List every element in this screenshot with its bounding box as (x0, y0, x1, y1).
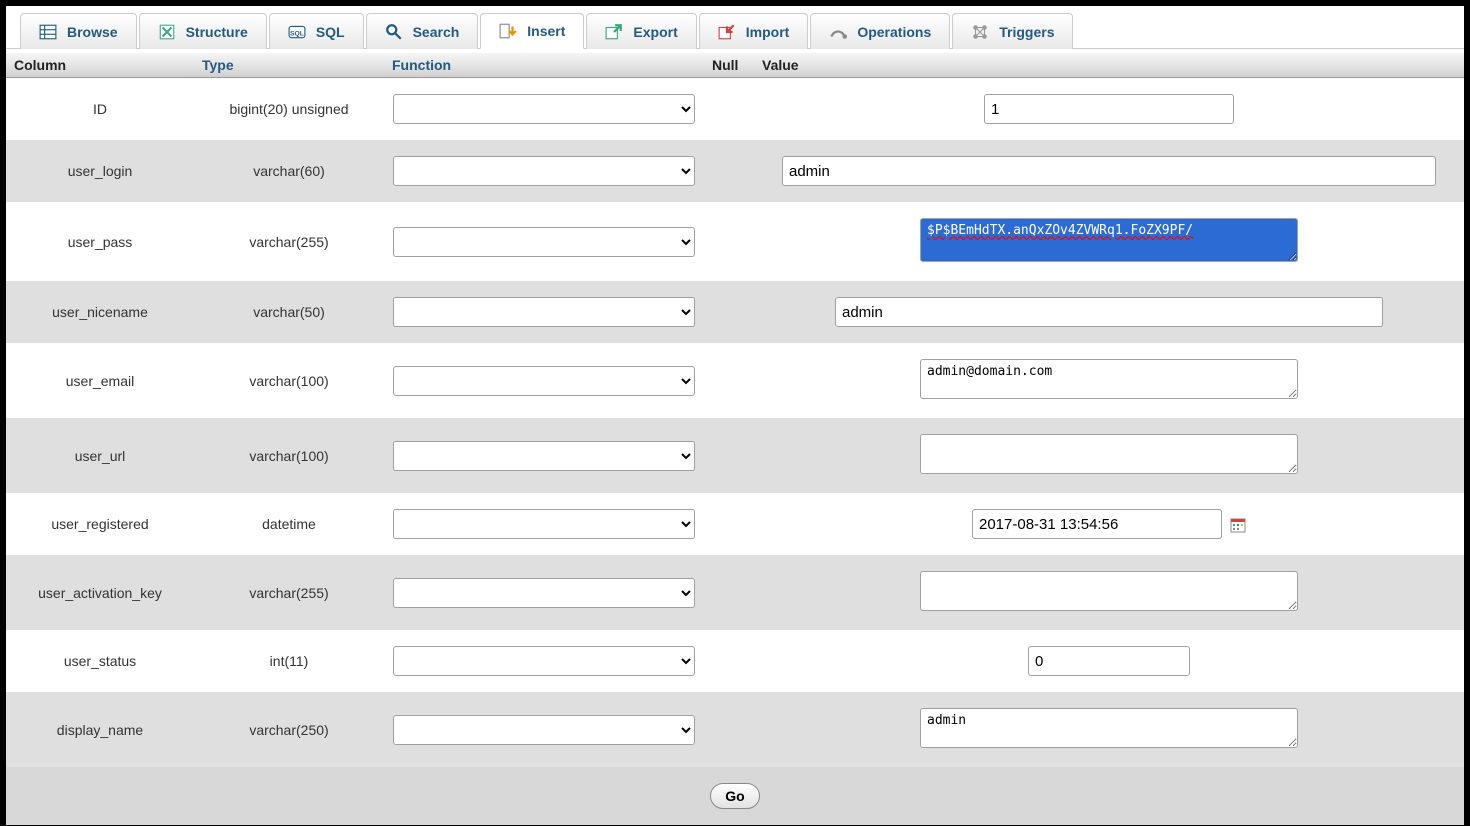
null-cell (704, 555, 754, 630)
tab-label: Triggers (999, 24, 1054, 40)
value-input-user_pass[interactable]: $P$BEmHdTX.anQxZOv4ZVWRq1.FoZX9PF/ (920, 218, 1298, 262)
table-row: IDbigint(20) unsigned (6, 78, 1464, 141)
function-select[interactable] (393, 646, 695, 676)
table-row: user_passvarchar(255) $P$BEmHdTX.anQxZOv4… (6, 202, 1464, 281)
value-input-user_email[interactable]: admin@domain.com (920, 359, 1298, 399)
tab-label: Search (413, 24, 460, 40)
column-name: user_registered (6, 493, 194, 555)
null-cell (704, 630, 754, 692)
column-name: user_status (6, 630, 194, 692)
value-input-display_name[interactable]: admin (920, 708, 1298, 748)
null-cell (704, 418, 754, 493)
header-type[interactable]: Type (194, 53, 384, 78)
value-input-user_activation_key[interactable] (920, 571, 1298, 611)
value-input-user_status[interactable] (1028, 646, 1190, 676)
column-type: varchar(250) (194, 692, 384, 767)
header-function[interactable]: Function (384, 53, 704, 78)
tab-label: Export (633, 24, 677, 40)
function-select[interactable] (393, 715, 695, 745)
table-row: user_urlvarchar(100) (6, 418, 1464, 493)
table-header-row: Column Type Function Null Value (6, 53, 1464, 78)
operations-icon (829, 23, 847, 41)
search-icon (385, 23, 403, 41)
null-cell (704, 202, 754, 281)
column-type: int(11) (194, 630, 384, 692)
column-type: datetime (194, 493, 384, 555)
column-type: varchar(50) (194, 281, 384, 343)
go-button[interactable]: Go (710, 783, 759, 809)
column-name: user_pass (6, 202, 194, 281)
import-icon (718, 23, 736, 41)
column-type: bigint(20) unsigned (194, 78, 384, 141)
table-row: user_emailvarchar(100) admin@domain.com (6, 343, 1464, 418)
column-type: varchar(60) (194, 140, 384, 202)
tab-search[interactable]: Search (366, 13, 479, 49)
table-row: display_namevarchar(250) admin (6, 692, 1464, 767)
tab-label: Structure (186, 24, 248, 40)
tab-structure[interactable]: Structure (139, 13, 267, 49)
column-name: user_url (6, 418, 194, 493)
table-row: user_statusint(11) (6, 630, 1464, 692)
function-select[interactable] (393, 441, 695, 471)
submit-row: Go (6, 767, 1464, 825)
column-name: display_name (6, 692, 194, 767)
tab-sql[interactable]: SQL SQL (269, 13, 364, 49)
svg-text:SQL: SQL (290, 30, 304, 37)
null-cell (704, 493, 754, 555)
value-input-id[interactable] (984, 94, 1234, 124)
header-column: Column (6, 53, 194, 78)
column-type: varchar(100) (194, 418, 384, 493)
tab-label: Insert (527, 23, 565, 39)
tab-insert[interactable]: Insert (480, 13, 584, 49)
column-type: varchar(100) (194, 343, 384, 418)
tab-triggers[interactable]: Triggers (952, 13, 1073, 49)
tab-operations[interactable]: Operations (810, 13, 950, 49)
value-input-user_url[interactable] (920, 434, 1298, 474)
value-input-user_registered[interactable] (972, 509, 1222, 539)
tab-export[interactable]: Export (586, 13, 696, 49)
header-value: Value (754, 53, 1464, 78)
column-name: user_activation_key (6, 555, 194, 630)
function-select[interactable] (393, 366, 695, 396)
function-select[interactable] (393, 156, 695, 186)
null-cell (704, 343, 754, 418)
export-icon (605, 23, 623, 41)
table-row: user_nicenamevarchar(50) (6, 281, 1464, 343)
function-select[interactable] (393, 297, 695, 327)
column-type: varchar(255) (194, 202, 384, 281)
column-name: user_login (6, 140, 194, 202)
tab-label: Browse (67, 24, 118, 40)
null-cell (704, 140, 754, 202)
insert-icon (499, 22, 517, 40)
value-input-user_nicename[interactable] (835, 297, 1383, 327)
browse-icon (39, 23, 57, 41)
null-cell (704, 78, 754, 141)
function-select[interactable] (393, 227, 695, 257)
value-input-user_login[interactable] (782, 156, 1436, 186)
null-cell (704, 281, 754, 343)
function-select[interactable] (393, 509, 695, 539)
table-row: user_activation_keyvarchar(255) (6, 555, 1464, 630)
function-select[interactable] (393, 94, 695, 124)
tab-label: Import (746, 24, 790, 40)
tab-browse[interactable]: Browse (20, 13, 137, 49)
insert-table: Column Type Function Null Value IDbigint… (6, 53, 1464, 825)
column-type: varchar(255) (194, 555, 384, 630)
table-row: user_registereddatetime (6, 493, 1464, 555)
tab-label: SQL (316, 24, 345, 40)
column-name: user_email (6, 343, 194, 418)
column-name: user_nicename (6, 281, 194, 343)
calendar-icon[interactable] (1230, 517, 1246, 533)
column-name: ID (6, 78, 194, 141)
function-select[interactable] (393, 578, 695, 608)
tab-import[interactable]: Import (699, 13, 809, 49)
header-null: Null (704, 53, 754, 78)
null-cell (704, 692, 754, 767)
triggers-icon (971, 23, 989, 41)
tab-label: Operations (857, 24, 931, 40)
sql-icon: SQL (288, 23, 306, 41)
main-tabs: Browse Structure SQL SQL Search Insert Export I… (6, 6, 1464, 49)
table-row: user_loginvarchar(60) (6, 140, 1464, 202)
structure-icon (158, 23, 176, 41)
